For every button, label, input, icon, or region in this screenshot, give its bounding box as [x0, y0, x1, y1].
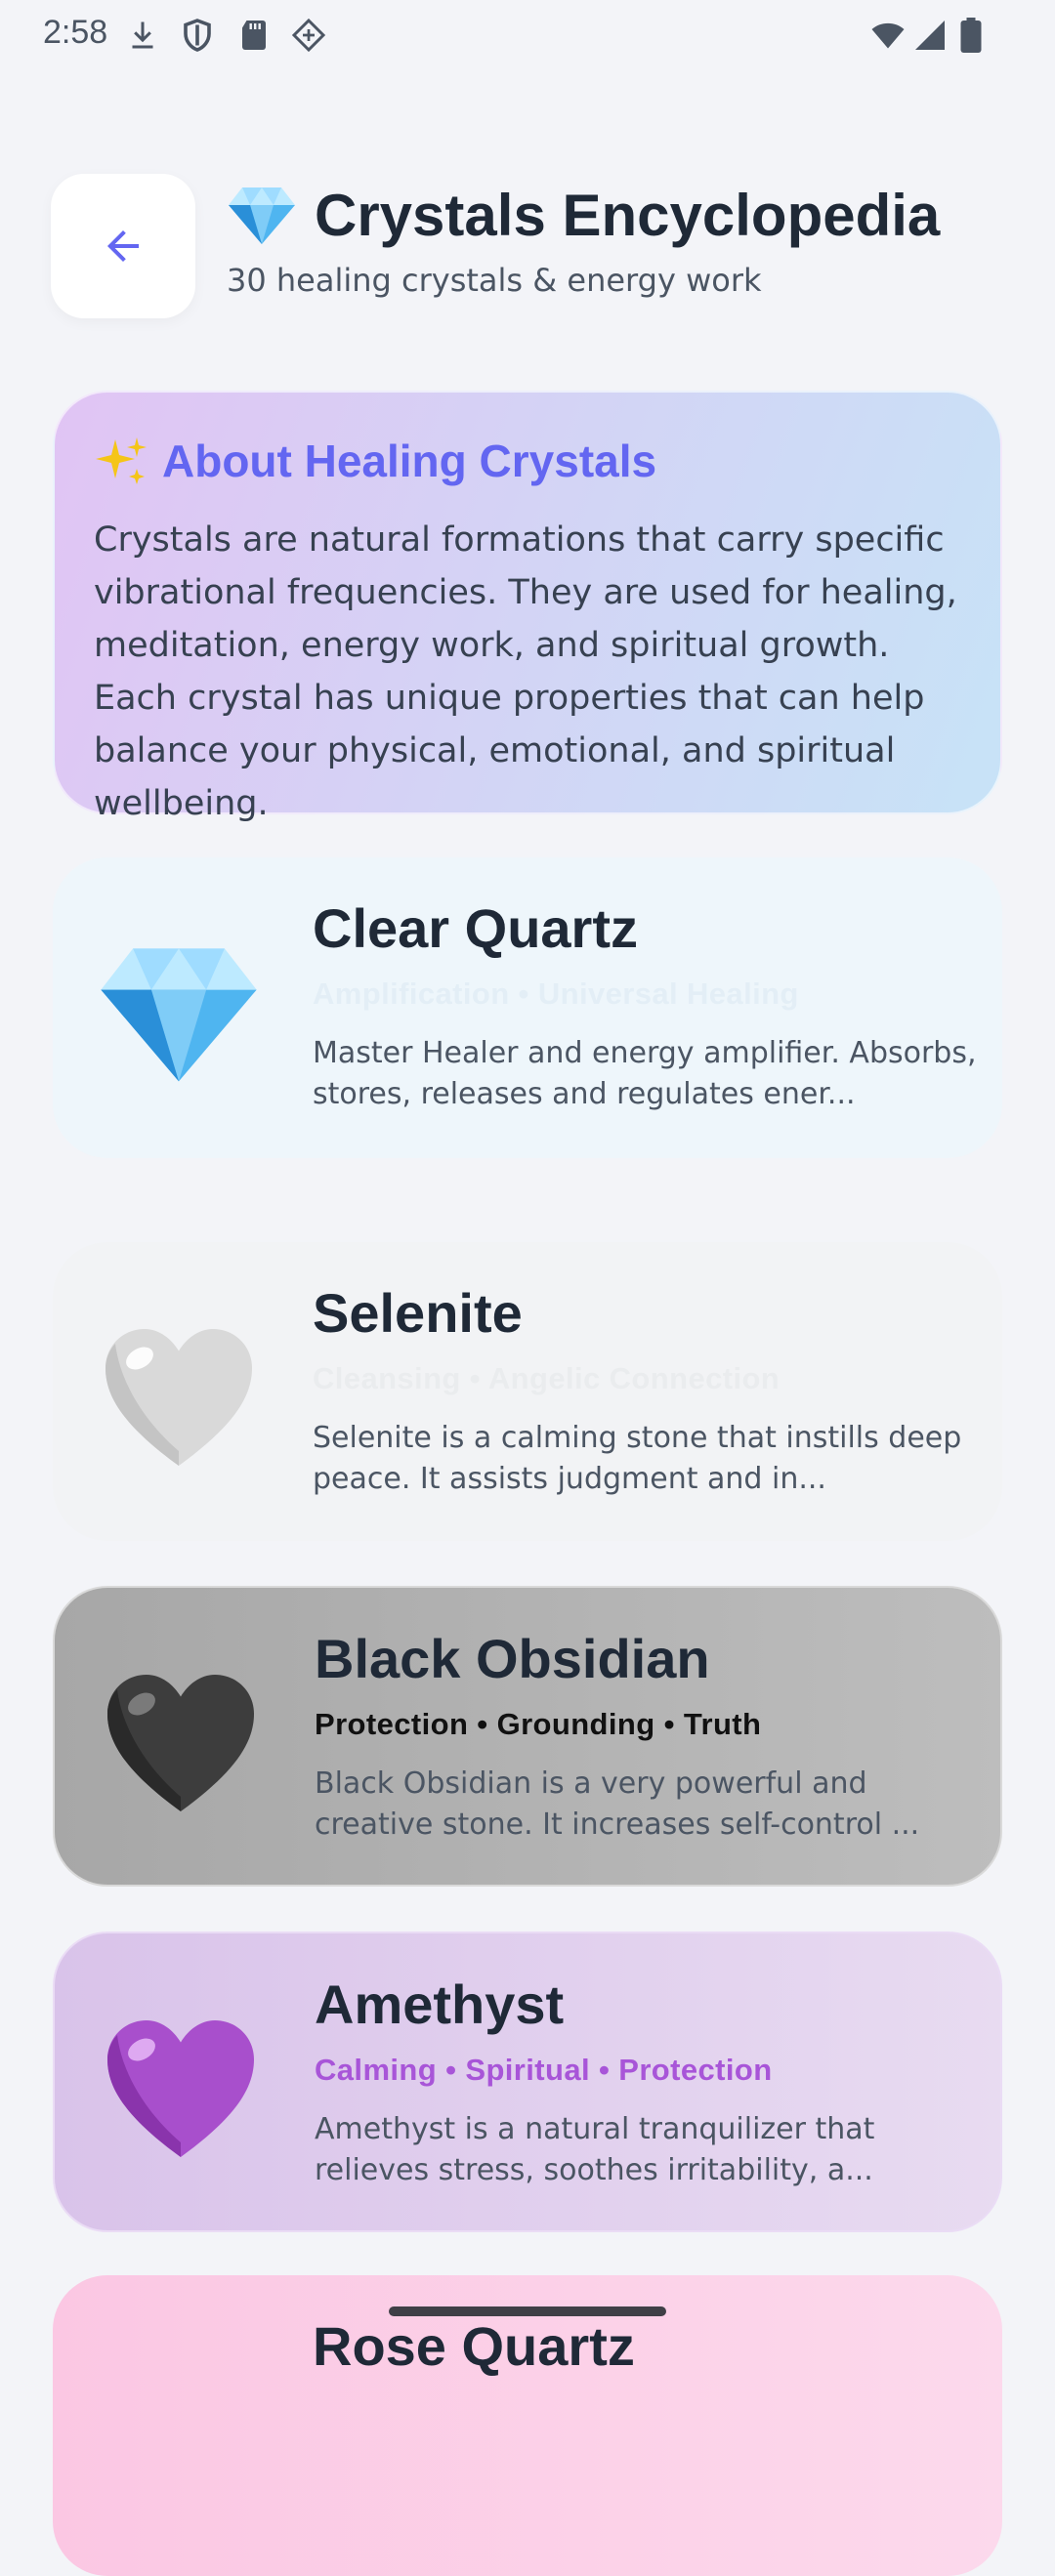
- header-title-row: Crystals Encyclopedia: [227, 176, 940, 254]
- crystal-description: Black Obsidian is a very powerful and cr…: [315, 1766, 920, 1842]
- home-indicator[interactable]: [389, 2306, 666, 2316]
- back-button[interactable]: [51, 174, 195, 318]
- crystal-name: Clear Quartz: [313, 897, 638, 959]
- gem-icon: [101, 948, 257, 1082]
- status-bar: 2:58: [0, 0, 1055, 70]
- crystal-name: Amethyst: [315, 1974, 565, 2035]
- crystal-name: Rose Quartz: [313, 2315, 635, 2377]
- about-text: Crystals are natural formations that car…: [94, 520, 957, 823]
- crystal-tags: Calming • Spiritual • Protection: [315, 2053, 773, 2087]
- shield-icon: [184, 19, 211, 52]
- crystal-description: Selenite is a calming stone that instill…: [313, 1421, 962, 1496]
- sparkles-icon: [96, 437, 147, 484]
- crystal-card-clear-quartz[interactable]: Clear Quartz Amplification • Universal H…: [53, 857, 1002, 1158]
- crystal-description: Master Healer and energy amplifier. Abso…: [313, 1036, 977, 1111]
- crystal-description: Amethyst is a natural tranquilizer that …: [315, 2112, 875, 2187]
- white-heart-icon: [106, 1329, 252, 1466]
- gem-icon: [229, 187, 295, 244]
- crystal-tags: Protection • Grounding • Truth: [315, 1707, 762, 1741]
- status-time: 2:58: [43, 14, 108, 51]
- crystal-name: Black Obsidian: [315, 1628, 710, 1689]
- sd-card-icon: [242, 21, 266, 50]
- crystal-name: Selenite: [313, 1282, 523, 1344]
- crystal-tags: Cleansing • Angelic Connection: [313, 1361, 781, 1395]
- crystal-card-black-obsidian[interactable]: Black Obsidian Protection • Grounding • …: [53, 1586, 1002, 1887]
- crystal-tags: Amplification • Universal Healing: [313, 976, 799, 1011]
- download-icon: [132, 21, 153, 49]
- arrow-left-icon: [107, 230, 139, 262]
- purple-heart-icon: [107, 2020, 254, 2157]
- diamond-badge-icon: [291, 18, 326, 53]
- signal-icon: [915, 21, 945, 50]
- page-title: Crystals Encyclopedia: [315, 182, 941, 248]
- crystal-card-amethyst[interactable]: Amethyst Calming • Spiritual • Protectio…: [53, 1932, 1002, 2232]
- about-title: About Healing Crystals: [162, 436, 657, 486]
- about-card: About Healing Crystals Crystals are natu…: [53, 391, 1002, 823]
- crystal-card-selenite[interactable]: Selenite Cleansing • Angelic Connection …: [53, 1242, 1002, 1541]
- battery-icon: [960, 18, 982, 53]
- black-heart-icon: [107, 1675, 254, 1811]
- page-subtitle: 30 healing crystals & energy work: [227, 262, 762, 299]
- wifi-icon: [871, 22, 905, 49]
- about-title-row: About Healing Crystals: [94, 434, 656, 488]
- crystal-card-rose-quartz[interactable]: Rose Quartz: [53, 2275, 1002, 2576]
